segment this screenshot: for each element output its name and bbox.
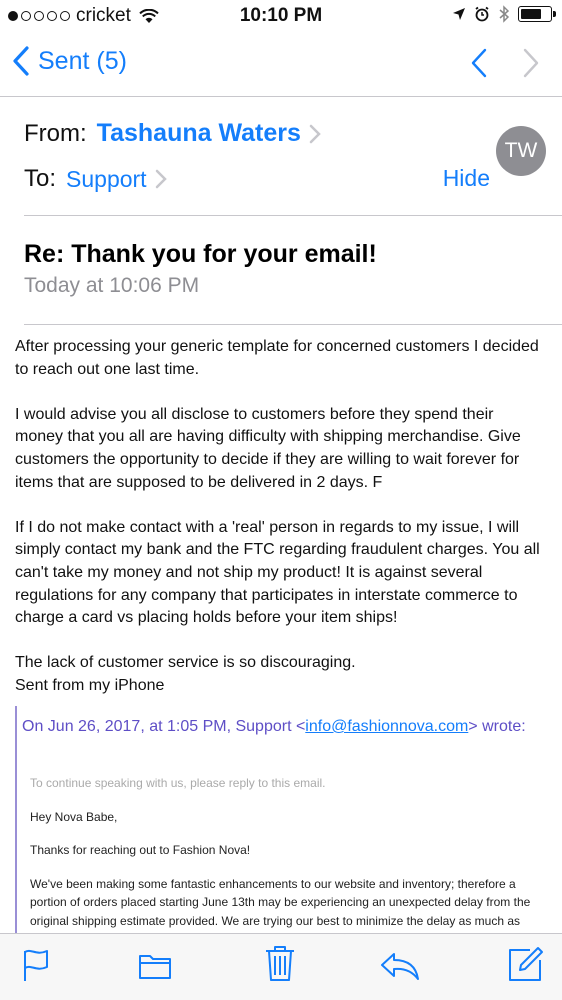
status-bar: cricket 10:10 PM — [0, 0, 562, 32]
chevron-up-icon — [471, 48, 487, 78]
hide-details-button[interactable]: Hide — [443, 165, 490, 192]
signature: Sent from my iPhone — [15, 676, 165, 694]
compose-button[interactable] — [508, 946, 544, 987]
subject-block: Re: Thank you for your email! Today at 1… — [24, 216, 562, 325]
recipient-name[interactable]: Support — [66, 166, 147, 193]
sender-name[interactable]: Tashauna Waters — [97, 119, 301, 148]
chevron-left-icon — [13, 46, 29, 76]
quoted-thanks: Thanks for reaching out to Fashion Nova! — [30, 843, 251, 857]
to-row[interactable]: To: Support — [24, 165, 167, 193]
bottom-toolbar — [0, 933, 562, 1000]
body-paragraph: The lack of customer service is so disco… — [15, 654, 356, 672]
back-label: Sent (5) — [38, 46, 127, 75]
body-paragraph: I would advise you all disclose to custo… — [15, 405, 521, 491]
delete-button[interactable] — [264, 944, 296, 987]
email-link[interactable]: info@fashionnova.com — [305, 718, 468, 735]
reply-icon — [381, 953, 419, 980]
previous-message-button[interactable] — [470, 48, 488, 83]
status-icons — [452, 5, 556, 23]
reply-button[interactable] — [380, 952, 420, 985]
battery-icon — [518, 6, 556, 22]
quote-attribution: On Jun 26, 2017, at 1:05 PM, Support <in… — [22, 718, 526, 736]
back-button[interactable]: Sent (5) — [12, 46, 127, 76]
quote-attribution-prefix: On Jun 26, 2017, at 1:05 PM, Support < — [22, 718, 306, 735]
navigation-bar: Sent (5) — [0, 32, 562, 97]
flag-icon — [24, 949, 48, 981]
bluetooth-icon — [499, 5, 510, 23]
message-date: Today at 10:06 PM — [24, 274, 200, 297]
alarm-clock-icon — [475, 6, 489, 22]
quote-attribution-suffix: > wrote: — [468, 718, 526, 735]
reply-notice: To continue speaking with us, please rep… — [30, 776, 326, 790]
location-arrow-icon — [453, 8, 465, 20]
chevron-right-icon — [309, 124, 321, 143]
folder-icon — [139, 955, 171, 979]
to-label: To: — [24, 165, 57, 192]
from-label: From: — [24, 119, 87, 147]
flag-button[interactable] — [22, 948, 50, 987]
move-to-folder-button[interactable] — [138, 952, 172, 985]
quoted-body: To continue speaking with us, please rep… — [30, 774, 540, 934]
next-message-button[interactable] — [522, 48, 540, 83]
body-paragraph: If I do not make contact with a 'real' p… — [15, 518, 540, 627]
message-body: After processing your generic template f… — [15, 336, 545, 698]
body-paragraph: After processing your generic template f… — [15, 338, 539, 378]
message-subject: Re: Thank you for your email! — [24, 240, 377, 268]
message-header: From: Tashauna Waters To: Support TW Hid… — [24, 97, 562, 216]
chevron-down-icon — [523, 48, 539, 78]
trash-icon — [266, 946, 294, 981]
avatar[interactable]: TW — [496, 126, 546, 176]
quoted-greeting: Hey Nova Babe, — [30, 809, 118, 824]
quoted-paragraph: We've been making some fantastic enhance… — [30, 876, 531, 935]
chevron-right-icon — [155, 169, 167, 189]
compose-icon — [509, 947, 543, 981]
from-row[interactable]: From: Tashauna Waters — [24, 119, 321, 148]
quoted-message: On Jun 26, 2017, at 1:05 PM, Support <in… — [15, 706, 557, 934]
